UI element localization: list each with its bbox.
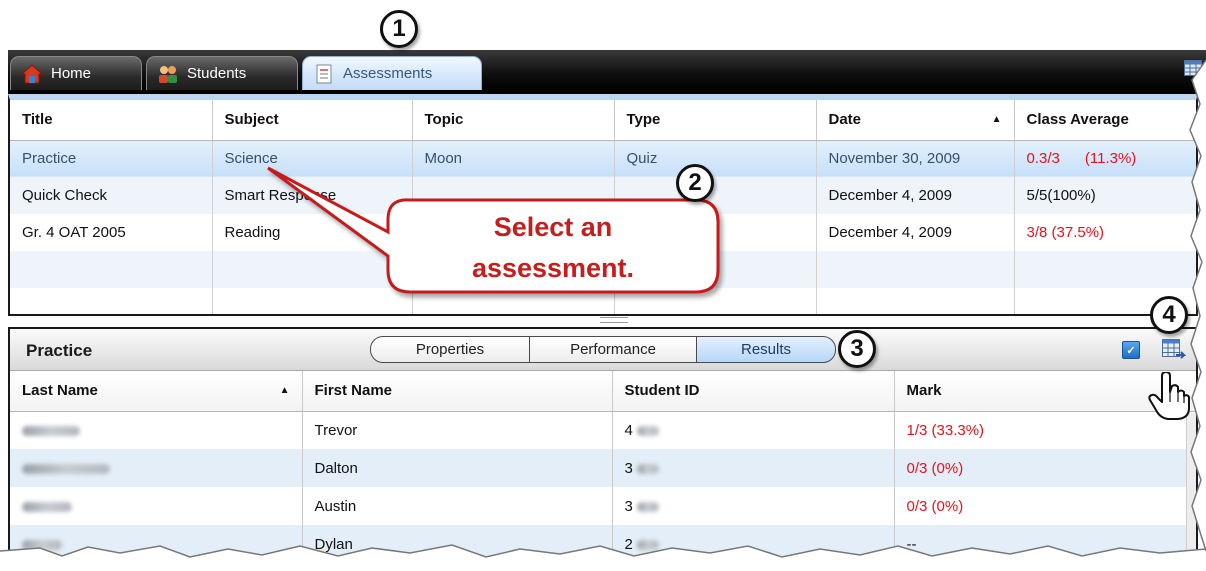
torn-edge-decoration <box>0 59 1206 571</box>
